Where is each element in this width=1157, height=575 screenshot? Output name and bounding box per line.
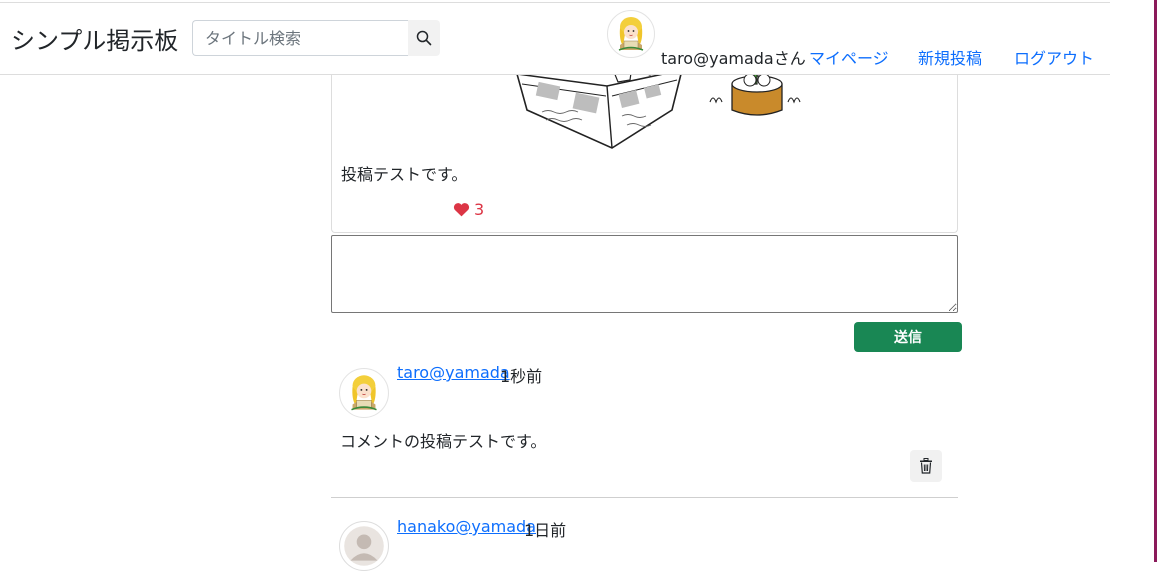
user-avatar[interactable] bbox=[607, 10, 655, 58]
comment-author-link[interactable]: hanako@yamada bbox=[397, 517, 536, 536]
current-user-label: taro@yamadaさん bbox=[661, 45, 806, 69]
comment-timestamp: 1日前 bbox=[524, 517, 566, 541]
search-input[interactable] bbox=[192, 20, 408, 56]
comment-author-link[interactable]: taro@yamada bbox=[397, 363, 510, 382]
comment-avatar[interactable] bbox=[339, 521, 389, 571]
comment-timestamp: 1秒前 bbox=[500, 363, 542, 387]
search-icon bbox=[416, 30, 432, 46]
nav-link-logout[interactable]: ログアウト bbox=[1014, 45, 1094, 69]
post-body: 投稿テストです。 bbox=[341, 161, 467, 185]
brand-title[interactable]: シンプル掲示板 bbox=[11, 21, 178, 56]
delete-comment-button[interactable] bbox=[910, 450, 942, 482]
nav-link-mypage[interactable]: マイページ bbox=[809, 45, 889, 69]
search-button[interactable] bbox=[408, 20, 440, 56]
default-avatar-icon bbox=[339, 521, 389, 571]
comment-input[interactable] bbox=[331, 235, 958, 313]
comment-avatar[interactable] bbox=[339, 368, 389, 418]
like-button[interactable]: 3 bbox=[453, 200, 484, 219]
navbar: シンプル掲示板 taro@yamadaさん マイページ 新規投稿 ログアウト bbox=[0, 2, 1110, 75]
submit-comment-button[interactable]: 送信 bbox=[854, 322, 962, 352]
trash-icon bbox=[919, 458, 933, 474]
like-count: 3 bbox=[474, 200, 484, 219]
heart-icon bbox=[453, 202, 470, 217]
comment-divider bbox=[331, 497, 958, 498]
nav-link-new-post[interactable]: 新規投稿 bbox=[918, 45, 982, 69]
comment-body: コメントの投稿テストです。 bbox=[340, 428, 546, 452]
